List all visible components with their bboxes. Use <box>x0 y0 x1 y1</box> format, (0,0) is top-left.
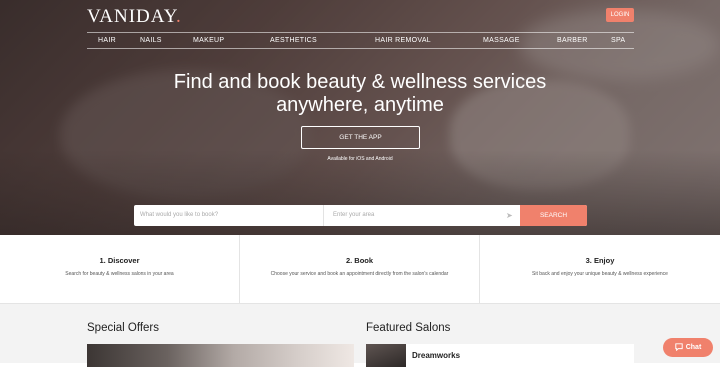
step-enjoy: 3. Enjoy Sit back and enjoy your unique … <box>480 235 720 304</box>
chat-button[interactable]: Chat <box>663 338 713 357</box>
nav-item-nails[interactable]: NAILS <box>140 37 162 44</box>
step-text: Search for beauty & wellness salons in y… <box>65 271 174 277</box>
brand-name: VANIDAY <box>87 6 177 27</box>
step-title: 2. Book <box>345 256 374 265</box>
nav-item-spa[interactable]: SPA <box>611 37 625 44</box>
location-arrow-icon[interactable]: ➤ <box>506 211 513 220</box>
hero-headline: Find and book beauty & wellness services… <box>0 71 720 117</box>
nav-item-hair[interactable]: HAIR <box>98 37 116 44</box>
how-it-works: 1. Discover Search for beauty & wellness… <box>0 235 720 304</box>
location-input[interactable]: Enter your area <box>326 205 518 226</box>
service-search-input[interactable]: What would you like to book? <box>134 205 324 226</box>
nav-item-massage[interactable]: MASSAGE <box>483 37 520 44</box>
step-discover: 1. Discover Search for beauty & wellness… <box>0 235 240 304</box>
chat-bubble-icon <box>675 342 683 353</box>
step-book: 2. Book Choose your service and book an … <box>240 235 480 304</box>
step-text: Sit back and enjoy your unique beauty & … <box>532 271 668 277</box>
nav-item-hair-removal[interactable]: HAIR REMOVAL <box>375 37 431 44</box>
hero-banner: VANIDAY. LOGIN HAIR NAILS MAKEUP AESTHET… <box>0 0 720 235</box>
nav-item-makeup[interactable]: MAKEUP <box>193 37 224 44</box>
step-title: 1. Discover <box>99 256 140 265</box>
salon-thumbnail <box>366 344 406 367</box>
featured-salon-card[interactable]: Dreamworks <box>366 344 634 367</box>
search-button[interactable]: SEARCH <box>520 205 587 226</box>
special-offer-image[interactable] <box>87 344 354 367</box>
hero-headline-line2: anywhere, anytime <box>276 94 444 116</box>
step-title: 3. Enjoy <box>585 256 615 265</box>
brand-dot: . <box>176 6 182 27</box>
nav-item-aesthetics[interactable]: AESTHETICS <box>270 37 317 44</box>
brand-logo[interactable]: VANIDAY. <box>87 6 182 28</box>
step-text: Choose your service and book an appointm… <box>270 271 449 277</box>
nav-item-barber[interactable]: BARBER <box>557 37 588 44</box>
login-button[interactable]: LOGIN <box>606 8 634 22</box>
hero-headline-line1: Find and book beauty & wellness services <box>173 71 547 93</box>
search-bar: What would you like to book? Enter your … <box>134 205 587 226</box>
chat-label: Chat <box>685 344 702 351</box>
content-section: Special Offers Featured Salons Dreamwork… <box>0 304 720 367</box>
availability-note: Available for iOS and Android <box>327 156 393 162</box>
category-nav: HAIR NAILS MAKEUP AESTHETICS HAIR REMOVA… <box>87 32 634 49</box>
get-the-app-button[interactable]: GET THE APP <box>301 126 420 149</box>
salon-name: Dreamworks <box>412 351 461 360</box>
special-offers-title: Special Offers <box>87 322 160 334</box>
featured-salons-title: Featured Salons <box>366 322 451 334</box>
